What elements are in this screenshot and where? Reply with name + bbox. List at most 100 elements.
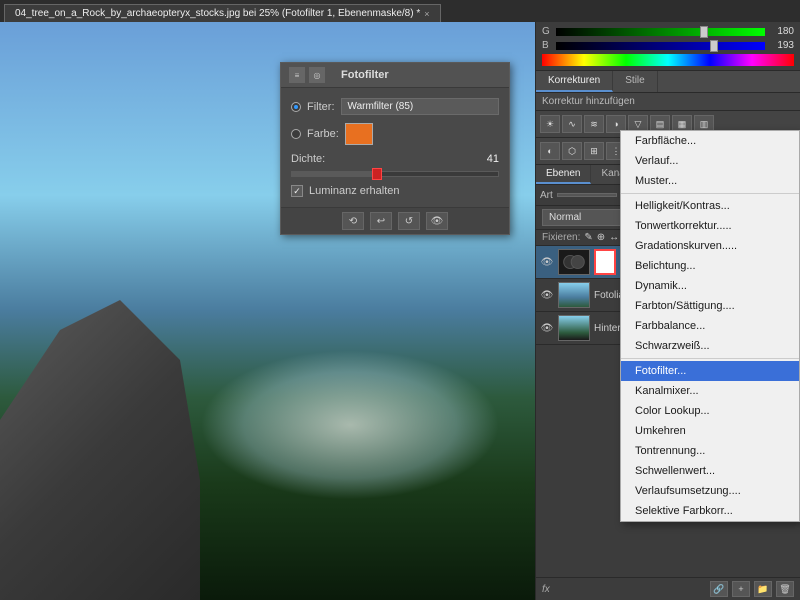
corr-icon-eq[interactable]: ≋ <box>584 115 604 133</box>
corr-icon-bw[interactable]: ◐ <box>540 142 560 160</box>
b-value: 193 <box>769 40 794 51</box>
color-radio[interactable] <box>291 129 301 139</box>
prop-icon-1: ≡ <box>289 67 305 83</box>
rock-silhouette <box>0 300 200 600</box>
layers-type-select[interactable] <box>557 193 617 197</box>
dropdown-item-0[interactable]: Farbfläche... <box>621 131 799 151</box>
color-bar-section: G 180 B 193 <box>536 22 800 71</box>
properties-panel: ≡ ◎ Fotofilter Filter: Warmfilter (85) F… <box>280 62 510 235</box>
dropdown-item-15[interactable]: Tontrennung... <box>621 441 799 461</box>
layer-thumb-2 <box>558 282 590 308</box>
luminanz-checkbox[interactable]: ✓ <box>291 185 303 197</box>
fix-icon-2[interactable]: ⊕ <box>597 232 605 243</box>
b-slider[interactable] <box>556 42 765 50</box>
b-thumb[interactable] <box>710 40 718 52</box>
density-slider-track <box>291 171 499 177</box>
active-tab[interactable]: 04_tree_on_a_Rock_by_archaeopteryx_stock… <box>4 4 441 22</box>
filter-label: Filter: <box>307 101 335 113</box>
corr-icon-mix[interactable]: ⊞ <box>584 142 604 160</box>
main-area: ≡ ◎ Fotofilter Filter: Warmfilter (85) F… <box>0 22 800 600</box>
b-channel-row: B 193 <box>542 40 794 51</box>
luminanz-row: ✓ Luminanz erhalten <box>291 185 499 197</box>
corr-add-title: Korrektur hinzufügen <box>536 93 800 111</box>
color-label: Farbe: <box>307 128 339 140</box>
dropdown-item-5[interactable]: Gradationskurven..... <box>621 236 799 256</box>
density-label: Dichte: <box>291 153 325 165</box>
density-slider-thumb[interactable] <box>372 168 382 180</box>
density-slider-container <box>291 171 499 177</box>
right-panel: G 180 B 193 Korrektu <box>535 22 800 600</box>
tab-stile[interactable]: Stile <box>613 71 657 92</box>
layer-eye-1[interactable]: 👁 <box>540 255 554 269</box>
density-slider-fill <box>292 172 376 176</box>
layer-thumb-3 <box>558 315 590 341</box>
color-spectrum <box>542 54 794 66</box>
dropdown-item-9[interactable]: Farbbalance... <box>621 316 799 336</box>
g-thumb[interactable] <box>700 26 708 38</box>
dropdown-item-13[interactable]: Color Lookup... <box>621 401 799 421</box>
properties-body: Filter: Warmfilter (85) Farbe: Dichte: 4… <box>281 88 509 207</box>
tab-label: 04_tree_on_a_Rock_by_archaeopteryx_stock… <box>15 8 420 19</box>
properties-icons: ≡ ◎ <box>289 67 325 83</box>
fx-label: fx <box>542 584 550 595</box>
b-label: B <box>542 40 552 51</box>
density-row: Dichte: 41 <box>291 153 499 165</box>
tab-korrekturen[interactable]: Korrekturen <box>536 71 613 92</box>
filter-radio[interactable] <box>291 102 301 112</box>
layer-mask-1 <box>594 249 616 275</box>
filter-row: Filter: Warmfilter (85) <box>291 98 499 115</box>
dropdown-menu: Farbfläche...Verlauf...Muster... Helligke… <box>620 130 800 522</box>
fix-icon-3[interactable]: ↔ <box>609 232 619 243</box>
g-channel-row: G 180 <box>542 26 794 37</box>
dropdown-item-12[interactable]: Kanalmixer... <box>621 381 799 401</box>
layers-bottom-link[interactable]: 🔗 <box>710 581 728 597</box>
layers-bottom-add[interactable]: + <box>732 581 750 597</box>
layer-eye-2[interactable]: 👁 <box>540 288 554 302</box>
tab-bar: 04_tree_on_a_Rock_by_archaeopteryx_stock… <box>0 0 800 22</box>
dropdown-item-7[interactable]: Dynamik... <box>621 276 799 296</box>
dropdown-item-16[interactable]: Schwellenwert... <box>621 461 799 481</box>
corr-icon-curve[interactable]: ∿ <box>562 115 582 133</box>
prop-icon-2: ◎ <box>309 67 325 83</box>
canvas-area: ≡ ◎ Fotofilter Filter: Warmfilter (85) F… <box>0 22 535 600</box>
layers-bottom: fx 🔗 + 📁 🗑 <box>536 577 800 600</box>
layer-eye-3[interactable]: 👁 <box>540 321 554 335</box>
dropdown-item-14[interactable]: Umkehren <box>621 421 799 441</box>
g-slider[interactable] <box>556 28 765 36</box>
dropdown-item-17[interactable]: Verlaufsumsetzung.... <box>621 481 799 501</box>
dropdown-item-10[interactable]: Schwarzweiß... <box>621 336 799 356</box>
corr-icon-camera[interactable]: ⬡ <box>562 142 582 160</box>
dropdown-item-6[interactable]: Belichtung... <box>621 256 799 276</box>
color-swatch[interactable] <box>345 123 373 145</box>
blend-mode-value: Normal <box>549 212 581 223</box>
footer-btn-1[interactable]: ⟲ <box>342 212 364 230</box>
properties-title: Fotofilter <box>341 69 389 81</box>
fixieren-label: Fixieren: <box>542 232 580 243</box>
properties-footer: ⟲ ↩ ↺ 👁 <box>281 207 509 234</box>
footer-btn-3[interactable]: ↺ <box>398 212 420 230</box>
footer-btn-4[interactable]: 👁 <box>426 212 448 230</box>
dropdown-item-1[interactable]: Verlauf... <box>621 151 799 171</box>
filter-value[interactable]: Warmfilter (85) <box>341 98 500 115</box>
corr-icon-sun[interactable]: ☀ <box>540 115 560 133</box>
layer-thumb-1 <box>558 249 590 275</box>
tab-close[interactable]: × <box>424 9 429 19</box>
density-value: 41 <box>487 153 499 165</box>
dropdown-item-11[interactable]: Fotofilter... <box>621 361 799 381</box>
tab-ebenen[interactable]: Ebenen <box>536 165 591 184</box>
corrections-tabs: Korrekturen Stile <box>536 71 800 93</box>
dropdown-item-4[interactable]: Tonwertkorrektur..... <box>621 216 799 236</box>
footer-btn-2[interactable]: ↩ <box>370 212 392 230</box>
dropdown-item-3[interactable]: Helligkeit/Kontras... <box>621 196 799 216</box>
g-value: 180 <box>769 26 794 37</box>
color-row: Farbe: <box>291 123 499 145</box>
g-label: G <box>542 26 552 37</box>
luminanz-label: Luminanz erhalten <box>309 185 400 197</box>
dropdown-item-8[interactable]: Farbton/Sättigung.... <box>621 296 799 316</box>
layers-bottom-trash[interactable]: 🗑 <box>776 581 794 597</box>
dropdown-item-2[interactable]: Muster... <box>621 171 799 191</box>
layers-bottom-folder[interactable]: 📁 <box>754 581 772 597</box>
fix-icon-1[interactable]: ✎ <box>584 232 592 243</box>
dropdown-item-18[interactable]: Selektive Farbkorr... <box>621 501 799 521</box>
sky-clouds <box>200 350 500 500</box>
